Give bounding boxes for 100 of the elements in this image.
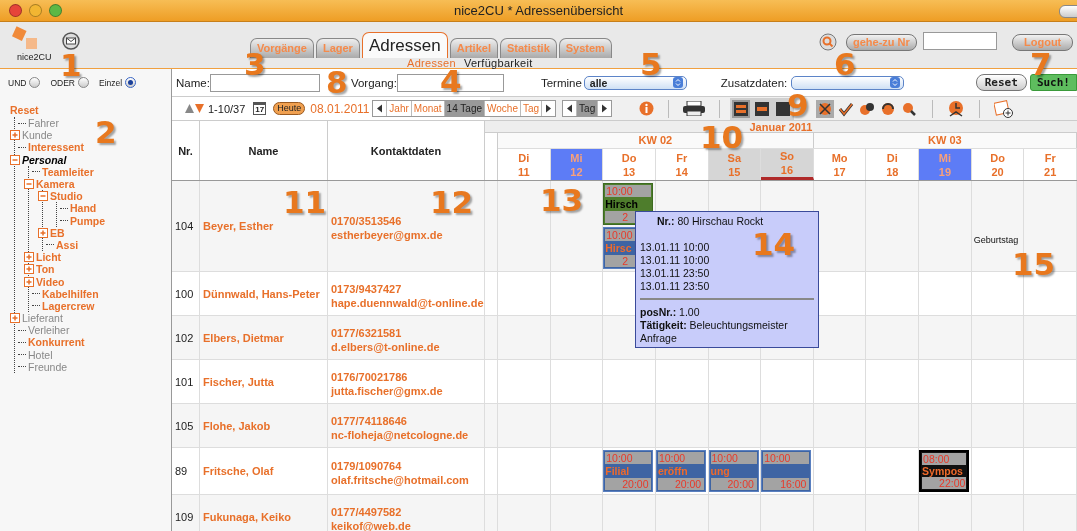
reset-link[interactable]: Reset — [10, 104, 39, 116]
tree-item[interactable]: Fahrer — [28, 117, 59, 130]
period-tab[interactable]: Monat — [411, 101, 445, 116]
radio-button[interactable] — [125, 77, 137, 88]
tree-item[interactable]: EB — [50, 226, 65, 239]
search-icon[interactable] — [819, 33, 837, 51]
printer-icon[interactable] — [683, 101, 706, 116]
close-button[interactable] — [9, 4, 22, 17]
calendar-button[interactable]: 17 — [253, 102, 267, 115]
day-header: Do 20 — [971, 148, 1025, 180]
logout-button[interactable]: Logout — [1012, 34, 1074, 51]
radio-button[interactable] — [29, 77, 41, 88]
expander-icon[interactable] — [10, 130, 20, 141]
calendar-event[interactable]: 10:00 eröffn 20:00 — [655, 450, 706, 492]
expander-icon[interactable] — [24, 264, 34, 275]
tree-item[interactable]: Kunde — [22, 129, 53, 142]
tree-item[interactable]: Video — [36, 275, 65, 288]
expander-icon[interactable] — [10, 154, 20, 165]
expander-icon[interactable] — [38, 227, 48, 238]
reset-button[interactable]: Reset — [975, 74, 1027, 91]
period-tab[interactable]: 14 Tage — [444, 101, 485, 116]
contact-name[interactable]: Flohe, Jakob — [203, 419, 271, 432]
calendar-event[interactable]: 10:00 ung 20:00 — [708, 450, 759, 492]
day-header: Mo 17 — [813, 148, 867, 180]
subtab[interactable]: Adressen — [407, 57, 456, 69]
info-icon[interactable] — [639, 101, 655, 116]
contact-name[interactable]: Elbers, Dietmar — [203, 331, 284, 344]
tree-item[interactable]: Kamera — [36, 178, 75, 191]
email-link[interactable]: nc-floheja@netcologne.de — [331, 427, 469, 442]
tree-item[interactable]: Hotel — [28, 348, 53, 361]
tooltip-detail: Anfrage — [640, 332, 677, 345]
expander-icon[interactable] — [24, 276, 34, 287]
tree-item[interactable]: Personal — [22, 153, 67, 166]
name-field[interactable] — [209, 73, 320, 92]
tab[interactable]: Lager — [315, 38, 360, 58]
table-cell: 109 — [175, 510, 194, 523]
zoom-button[interactable] — [49, 4, 62, 17]
today-button[interactable]: Heute — [273, 102, 306, 115]
clock-icon[interactable] — [947, 99, 966, 118]
minimize-button[interactable] — [29, 4, 42, 17]
phone-number: 0173/9437427 — [331, 281, 402, 296]
period-tab[interactable]: Jahr — [387, 101, 412, 116]
tree-item[interactable]: Lagercrew — [42, 299, 95, 312]
tree-item[interactable]: Teamleiter — [42, 165, 94, 178]
contact-name[interactable]: Dünnwald, Hans-Peter — [203, 287, 320, 300]
expander-icon[interactable] — [24, 252, 34, 263]
down-arrow-icon[interactable] — [195, 104, 204, 113]
expander-icon[interactable] — [24, 179, 34, 190]
subtab[interactable]: Verfügbarkeit — [463, 57, 533, 69]
tree-item[interactable]: Studio — [50, 190, 83, 203]
bar-view-icon[interactable] — [753, 99, 772, 118]
zusatzdaten-select[interactable] — [791, 75, 904, 90]
tree-item[interactable]: Kabelhilfen — [42, 287, 99, 300]
radio-label: Einzel — [99, 77, 123, 88]
expander-icon[interactable] — [10, 313, 20, 324]
calendar-add-icon[interactable] — [994, 99, 1015, 118]
tree-item[interactable]: Konkurrent — [28, 336, 85, 349]
phone-number: 0179/1090764 — [331, 459, 402, 473]
tree-item[interactable]: Lieferant — [22, 312, 63, 325]
tooltip-title: Nr.: 80 Hirschau Rockt — [657, 215, 764, 228]
toolbar-toggle-button[interactable] — [1059, 5, 1077, 18]
contact-name[interactable]: Fukunaga, Keiko — [203, 510, 292, 523]
email-link[interactable]: estherbeyer@gmx.de — [331, 228, 443, 242]
goto-number-field[interactable] — [923, 32, 997, 50]
contact-name[interactable]: Beyer, Esther — [203, 220, 274, 232]
email-link[interactable]: d.elbers@t-online.de — [331, 339, 440, 354]
period-tab[interactable]: Woche — [485, 101, 521, 116]
split-view-icon[interactable] — [732, 99, 751, 118]
goto-button[interactable]: gehe-zu Nr — [846, 34, 917, 51]
tab[interactable]: Adressen — [361, 32, 448, 58]
up-arrow-icon[interactable] — [185, 104, 194, 113]
contact-name[interactable]: Fritsche, Olaf — [203, 465, 274, 477]
calendar-event[interactable]: 10:00 16:00 — [761, 450, 812, 492]
tree-item[interactable]: Interessent — [28, 141, 85, 154]
termine-select[interactable]: alle — [583, 75, 687, 90]
calendar-event[interactable]: 10:00 Filial 20:00 — [603, 450, 654, 492]
calendar-note: Geburtstag — [973, 235, 1020, 245]
tab[interactable]: Statistik — [499, 38, 557, 58]
expander-icon[interactable] — [38, 191, 48, 202]
email-link[interactable]: hape.duennwald@t-online.de — [331, 295, 484, 310]
radio-button[interactable] — [78, 77, 89, 88]
tree-item[interactable]: Verleiher — [28, 324, 70, 337]
tab[interactable]: Artikel — [449, 38, 498, 58]
tree-item[interactable]: Hand — [70, 202, 97, 215]
period-tab[interactable]: Tag — [520, 101, 543, 116]
week-header: KW 03 — [813, 133, 1077, 148]
calendar-event[interactable]: 08:00 Sympos 22:00 — [919, 450, 970, 492]
tree-item[interactable]: Freunde — [28, 360, 68, 373]
tree-item[interactable]: Ton — [36, 263, 55, 276]
tree-item[interactable]: Licht — [36, 251, 62, 264]
email-link[interactable]: jutta.fischer@gmx.de — [331, 383, 443, 398]
window-title: nice2CU * Adressenübersicht — [453, 3, 624, 18]
contact-name[interactable]: Fischer, Jutta — [203, 375, 274, 388]
tree-item[interactable]: Assi — [56, 238, 79, 251]
dropdown-icon — [672, 77, 683, 88]
tab[interactable]: System — [558, 38, 612, 58]
email-link[interactable]: keikof@web.de — [331, 518, 411, 531]
search-button[interactable]: Such! — [1029, 74, 1077, 91]
email-link[interactable]: olaf.fritsche@hotmail.com — [331, 473, 469, 487]
tree-item[interactable]: Pumpe — [70, 214, 105, 227]
